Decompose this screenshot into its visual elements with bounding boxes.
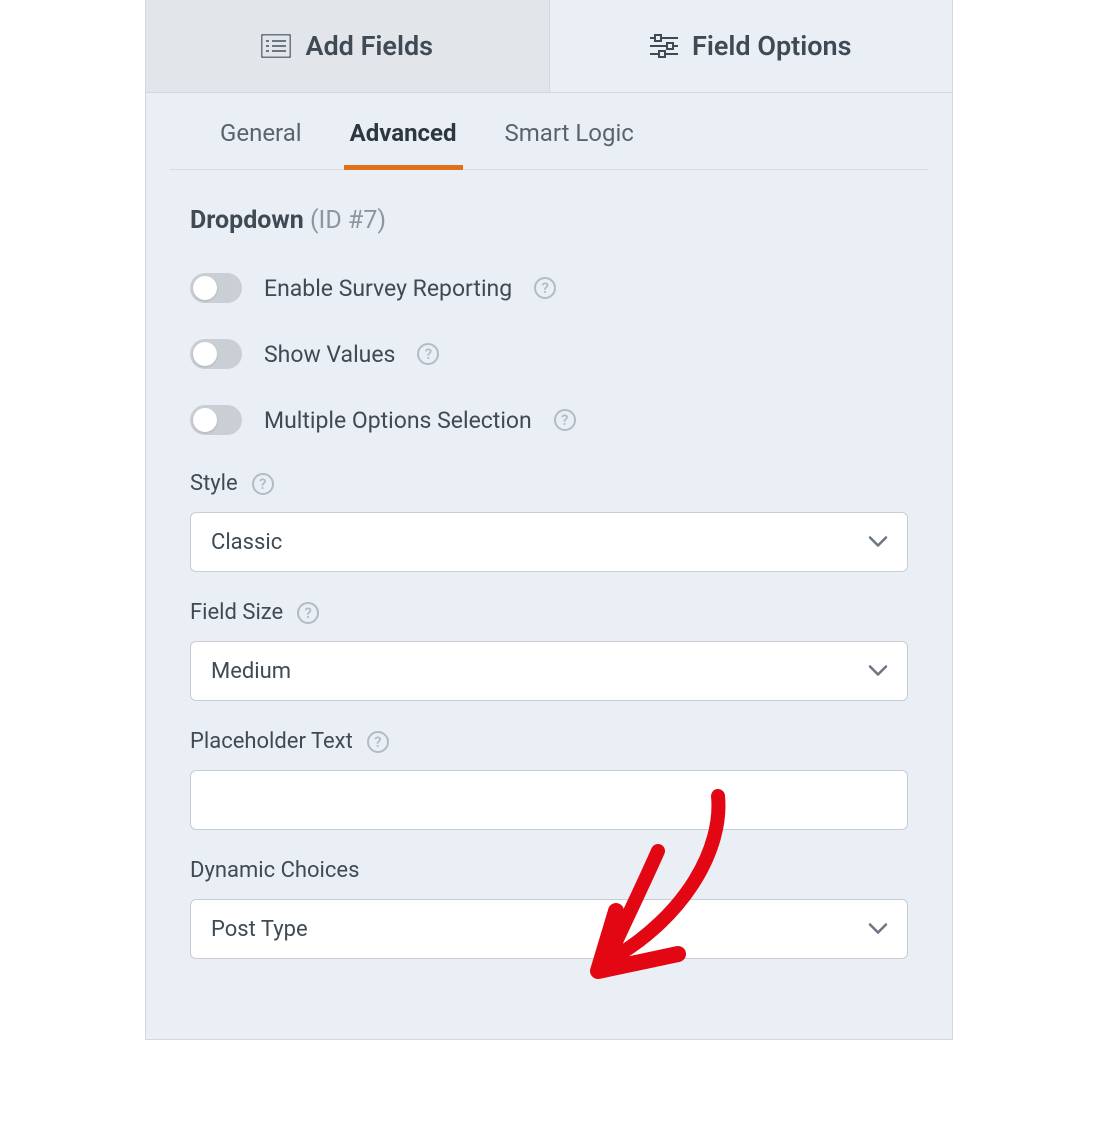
- style-group: Style ? Classic: [190, 471, 908, 572]
- sub-tab-advanced[interactable]: Advanced: [344, 93, 463, 170]
- style-label: Style: [190, 471, 238, 496]
- toggle-multiple-selection[interactable]: [190, 405, 242, 435]
- help-icon[interactable]: ?: [252, 473, 274, 495]
- dynamic-choices-group: Dynamic Choices Post Type: [190, 858, 908, 959]
- toggle-show-values[interactable]: [190, 339, 242, 369]
- sub-tabs: General Advanced Smart Logic: [170, 93, 928, 170]
- field-options-panel: Add Fields Field Options General Advance…: [145, 0, 953, 1040]
- sub-tab-smart-logic[interactable]: Smart Logic: [499, 93, 640, 170]
- help-icon[interactable]: ?: [534, 277, 556, 299]
- style-select[interactable]: Classic: [190, 512, 908, 572]
- sub-tab-general[interactable]: General: [214, 93, 308, 170]
- field-heading: Dropdown (ID #7): [190, 206, 908, 235]
- help-icon[interactable]: ?: [417, 343, 439, 365]
- field-size-group: Field Size ? Medium: [190, 600, 908, 701]
- dynamic-choices-label: Dynamic Choices: [190, 858, 359, 883]
- field-size-select-value: Medium: [211, 659, 291, 684]
- field-type-name: Dropdown: [190, 206, 304, 235]
- help-icon[interactable]: ?: [367, 731, 389, 753]
- toggle-survey-label: Enable Survey Reporting: [264, 275, 512, 302]
- dynamic-choices-select[interactable]: Post Type: [190, 899, 908, 959]
- sliders-icon: [650, 34, 678, 58]
- help-icon[interactable]: ?: [554, 409, 576, 431]
- field-id-label: (ID #7): [310, 206, 386, 235]
- help-icon[interactable]: ?: [297, 602, 319, 624]
- main-tabs: Add Fields Field Options: [146, 0, 952, 93]
- toggle-row-show-values: Show Values ?: [190, 339, 908, 369]
- list-icon: [261, 34, 291, 58]
- placeholder-group: Placeholder Text ?: [190, 729, 908, 830]
- field-size-select[interactable]: Medium: [190, 641, 908, 701]
- tab-field-options[interactable]: Field Options: [550, 0, 953, 92]
- tab-add-fields-label: Add Fields: [305, 30, 433, 62]
- toggle-multiple-label: Multiple Options Selection: [264, 407, 532, 434]
- tab-field-options-label: Field Options: [692, 30, 851, 62]
- placeholder-label: Placeholder Text: [190, 729, 353, 754]
- toggle-row-survey: Enable Survey Reporting ?: [190, 273, 908, 303]
- toggle-row-multiple: Multiple Options Selection ?: [190, 405, 908, 435]
- toggle-survey-reporting[interactable]: [190, 273, 242, 303]
- tab-add-fields[interactable]: Add Fields: [146, 0, 550, 92]
- toggle-show-values-label: Show Values: [264, 341, 395, 368]
- dynamic-choices-select-value: Post Type: [211, 917, 308, 942]
- field-options-content: Dropdown (ID #7) Enable Survey Reporting…: [146, 170, 952, 1039]
- field-size-label: Field Size: [190, 600, 283, 625]
- style-select-value: Classic: [211, 530, 282, 555]
- placeholder-input[interactable]: [190, 770, 908, 830]
